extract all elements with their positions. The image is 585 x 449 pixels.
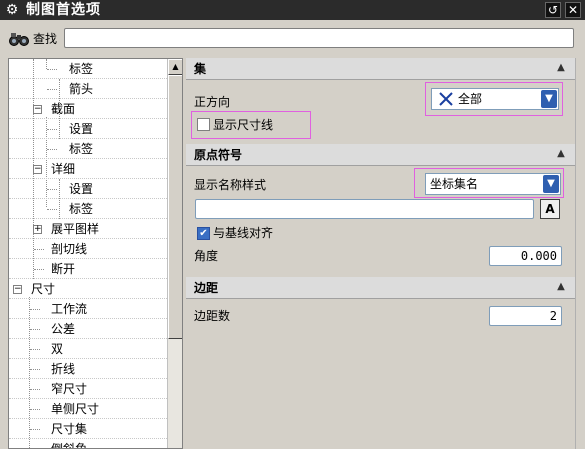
scroll-up-icon[interactable]: ▲: [168, 59, 182, 75]
align-baseline-label: 与基线对齐: [213, 226, 274, 240]
tree-guide-line: [47, 149, 57, 150]
tree-item-section-label[interactable]: 标签: [9, 139, 167, 159]
tree-guide-line: [47, 89, 57, 90]
display-name-style-dropdown[interactable]: 坐标集名 ▼: [425, 173, 561, 195]
margin-count-input[interactable]: 2: [489, 306, 562, 326]
reset-icon[interactable]: ↺: [545, 2, 561, 18]
chevron-up-icon[interactable]: ▲: [555, 62, 567, 74]
show-dimension-lines-checkbox[interactable]: [197, 118, 210, 131]
section-title: 原点符号: [194, 148, 243, 162]
tree-guide-line: [47, 209, 57, 210]
section-body-margin: 边距数 2: [186, 300, 575, 335]
window-title: 制图首选项: [26, 2, 101, 18]
tree-guide-line: [34, 249, 44, 250]
cross-icon: [439, 92, 453, 106]
tree-guide-line: [47, 69, 57, 70]
panel-scrollbar[interactable]: [575, 58, 585, 449]
collapse-toggle-icon[interactable]: −: [13, 285, 22, 294]
chevron-down-icon[interactable]: ▼: [543, 175, 559, 193]
tree-item-label[interactable]: 标签: [9, 59, 167, 79]
orientation-dropdown[interactable]: 全部 ▼: [431, 88, 559, 110]
section-body-origin-symbol: 显示名称样式 坐标集名 ▼ A ✔ 与基线对齐 角度 0.000: [186, 167, 575, 277]
name-text-field[interactable]: [195, 199, 534, 219]
angle-input[interactable]: 0.000: [489, 246, 562, 266]
tree-guide-line: [34, 269, 44, 270]
chevron-up-icon[interactable]: ▲: [555, 148, 567, 160]
align-baseline-checkbox[interactable]: ✔: [197, 227, 210, 240]
show-dimension-lines-label: 显示尺寸线: [213, 118, 274, 132]
search-row: 查找: [0, 20, 585, 56]
close-icon[interactable]: ✕: [565, 2, 581, 18]
tree-guide-line: [47, 189, 57, 190]
section-header-set[interactable]: 集 ▲: [186, 58, 575, 80]
collapse-toggle-icon[interactable]: −: [33, 105, 42, 114]
expand-toggle-icon[interactable]: +: [33, 225, 42, 234]
chevron-down-icon[interactable]: ▼: [541, 90, 557, 108]
tree-item-section[interactable]: − 截面: [9, 99, 167, 119]
tree-item-detail[interactable]: − 详细: [9, 159, 167, 179]
binoculars-icon: [9, 33, 29, 46]
tree-item-detail-label[interactable]: 标签: [9, 199, 167, 219]
tree-item-flat-pattern[interactable]: + 展平图样: [9, 219, 167, 239]
tree-guide-line: [30, 309, 40, 310]
tree-guide-line: [30, 349, 40, 350]
tree-scrollbar[interactable]: ▲: [167, 59, 182, 448]
font-style-button[interactable]: A: [540, 199, 560, 219]
angle-label: 角度: [194, 249, 219, 263]
display-name-style-label: 显示名称样式: [194, 178, 267, 192]
scroll-thumb[interactable]: [168, 75, 182, 339]
search-label: 查找: [33, 32, 58, 46]
tree-item-section-line[interactable]: 剖切线: [9, 239, 167, 259]
section-title: 集: [194, 62, 207, 76]
title-bar: ⚙ 制图首选项 ↺ ✕: [0, 0, 585, 20]
tree-item-break[interactable]: 断开: [9, 259, 167, 279]
search-input[interactable]: [64, 28, 574, 48]
tree-guide-line: [47, 129, 57, 130]
tree-item-section-settings[interactable]: 设置: [9, 119, 167, 139]
gear-icon[interactable]: ⚙: [4, 2, 20, 18]
orientation-label: 正方向: [194, 95, 231, 109]
tree-guide-line: [30, 409, 40, 410]
chevron-up-icon[interactable]: ▲: [555, 281, 567, 293]
tree-item-arrow[interactable]: 箭头: [9, 79, 167, 99]
tree-item-dimension[interactable]: − 尺寸: [9, 279, 167, 299]
section-title: 边距: [194, 281, 219, 295]
settings-panel: 集 ▲ 正方向 全部 ▼ 显示尺寸线 原点符号 ▲ 显示名称样式 坐标集名 ▼ …: [186, 58, 585, 449]
collapse-toggle-icon[interactable]: −: [33, 165, 42, 174]
orientation-value: 全部: [458, 92, 483, 106]
tree-item-detail-settings[interactable]: 设置: [9, 179, 167, 199]
section-body-set: 正方向 全部 ▼ 显示尺寸线: [186, 81, 575, 141]
display-name-style-value: 坐标集名: [430, 177, 479, 191]
tree-item-chamfer[interactable]: 倒斜角: [9, 439, 167, 448]
section-header-margin[interactable]: 边距 ▲: [186, 277, 575, 299]
tree-guide-line: [30, 369, 40, 370]
tree-guide-line: [30, 329, 40, 330]
preferences-tree: 标签 箭头 − 截面 设置 标签 − 详细 设置 标签 + 展平图样 剖切线 断…: [8, 58, 183, 449]
tree-guide-line: [30, 389, 40, 390]
tree-guide-line: [30, 429, 40, 430]
margin-count-label: 边距数: [194, 309, 231, 323]
section-header-origin-symbol[interactable]: 原点符号 ▲: [186, 144, 575, 166]
